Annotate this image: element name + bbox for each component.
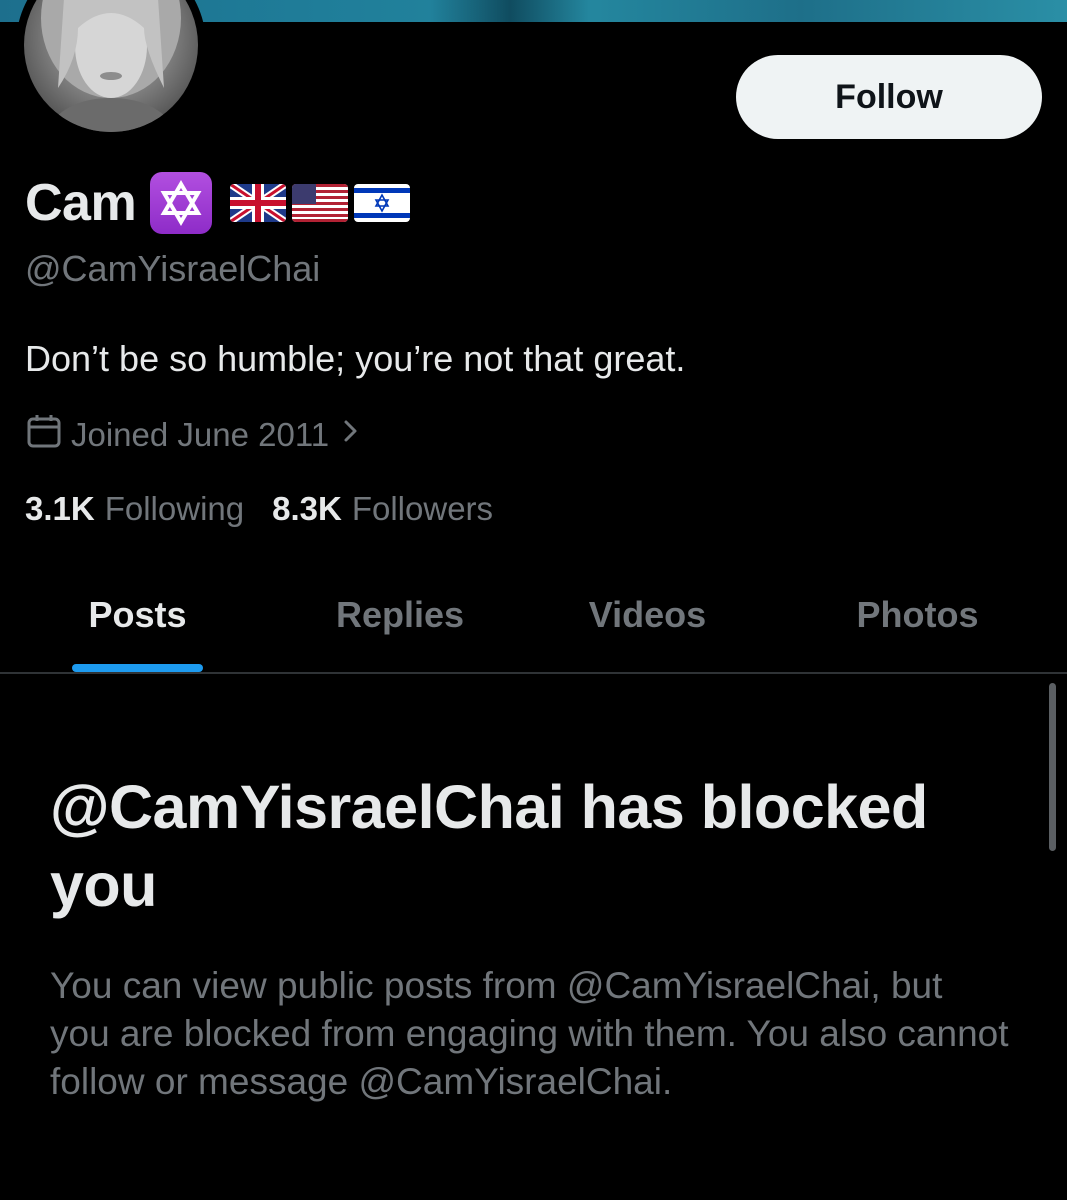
avatar-photo (24, 0, 198, 132)
profile-handle: @CamYisraelChai (25, 248, 321, 289)
israel-flag-icon (354, 184, 411, 222)
followers-link[interactable]: 8.3K Followers (272, 490, 493, 528)
tab-photos[interactable]: Photos (815, 560, 1020, 670)
blocked-title: @CamYisraelChai has blocked you (50, 773, 928, 919)
followers-label: Followers (351, 490, 494, 527)
following-count: 3.1K (25, 490, 95, 527)
star-of-david-icon (150, 172, 213, 234)
us-flag-icon (292, 184, 349, 222)
avatar[interactable] (16, 0, 206, 140)
scrollbar[interactable] (1049, 683, 1056, 851)
following-link[interactable]: 3.1K Following (25, 490, 244, 528)
display-name: Cam (25, 174, 137, 232)
uk-flag-icon (230, 184, 287, 222)
joined-label: Joined June 2011 (71, 416, 330, 453)
tabs-divider (0, 672, 1067, 674)
chevron-right-icon (341, 416, 361, 454)
joined-date[interactable]: Joined June 2011 (25, 414, 361, 456)
banner-shade (430, 0, 590, 22)
name-row: Cam (25, 168, 411, 238)
follow-stats: 3.1K Following 8.3K Followers (25, 490, 493, 528)
flags (230, 184, 411, 222)
follow-button[interactable]: Follow (736, 55, 1042, 139)
tab-posts[interactable]: Posts (50, 560, 225, 670)
active-tab-indicator (72, 664, 203, 672)
tab-replies[interactable]: Replies (300, 560, 500, 670)
profile-bio: Don’t be so humble; you’re not that grea… (25, 338, 686, 379)
calendar-icon (25, 412, 63, 458)
profile-page: Follow Cam @CamYisraelChai Don’t be so h… (0, 0, 1067, 1200)
profile-tabs: Posts Replies Videos Photos (0, 560, 1067, 672)
tab-videos[interactable]: Videos (550, 560, 745, 670)
blocked-description: You can view public posts from @CamYisra… (50, 965, 1009, 1102)
followers-count: 8.3K (272, 490, 342, 527)
following-label: Following (104, 490, 245, 527)
